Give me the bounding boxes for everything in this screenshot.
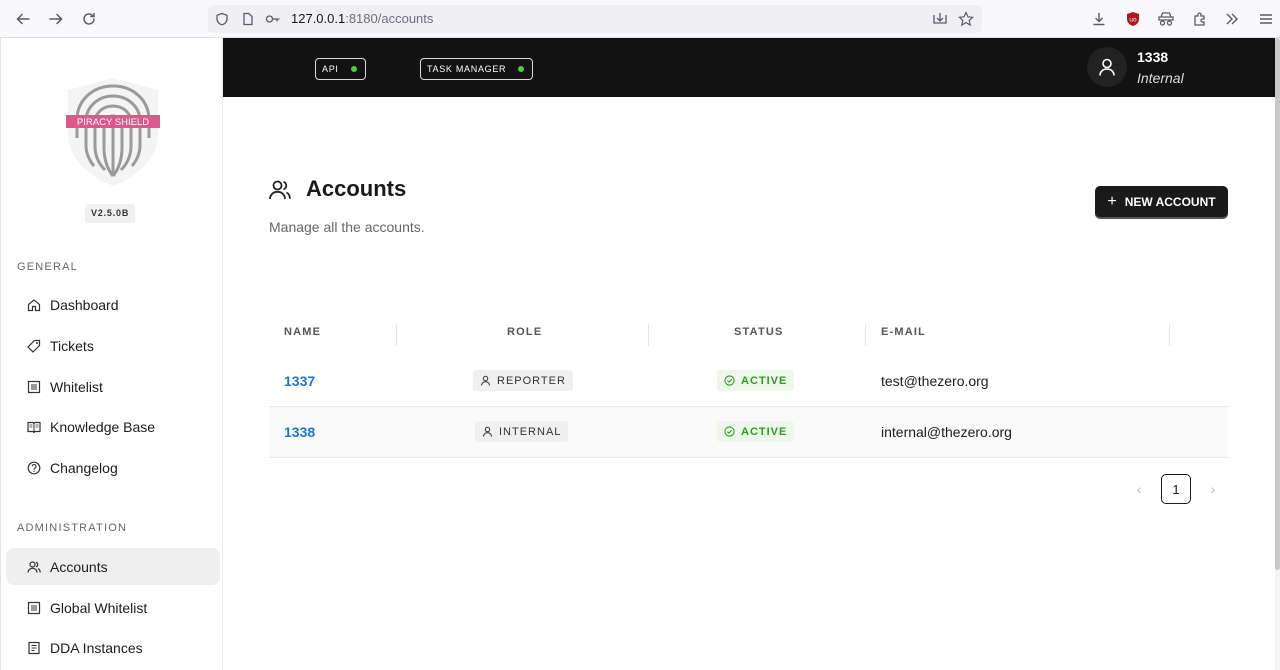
task-manager-status-indicator[interactable]: TASK MANAGER [420,58,534,80]
sidebar-item-changelog[interactable]: Changelog [6,449,220,486]
sidebar-item-label: Whitelist [50,378,103,395]
user-avatar[interactable] [1087,47,1127,87]
api-status-indicator[interactable]: API [315,58,366,80]
downloads-icon[interactable] [1089,9,1109,29]
column-header-email[interactable]: E-MAIL [881,326,926,338]
sidebar-item-label: DDA Instances [50,639,143,656]
status-label: ACTIVE [741,374,788,387]
save-to-pocket-icon[interactable] [932,11,948,27]
sidebar-item-label: Accounts [50,558,108,575]
scrollbar-thumb[interactable] [1275,38,1280,570]
table-header-row: NAME ROLE STATUS E-MAIL [269,316,1228,356]
pagination-page-current[interactable]: 1 [1161,474,1191,504]
url-text[interactable]: 127.0.0.1:8180/accounts [291,11,433,26]
piracy-shield-logo[interactable]: PIRACY SHIELD [66,76,160,188]
column-divider[interactable] [396,324,397,346]
sidebar-item-global-whitelist[interactable]: Global Whitelist [6,589,220,626]
address-bar[interactable]: 127.0.0.1:8180/accounts [208,5,982,33]
status-dot [518,66,525,72]
user-icon [480,375,491,386]
sidebar-item-dashboard[interactable]: Dashboard [6,286,220,323]
home-icon [26,297,42,313]
app-header: API TASK MANAGER 1338 Internal [223,38,1275,97]
sidebar-item-knowledge-base[interactable]: Knowledge Base [6,408,220,445]
status-badge: ACTIVE [717,421,795,442]
sidebar-item-accounts[interactable]: Accounts [6,548,220,585]
section-label-administration: ADMINISTRATION [17,522,128,534]
extensions-icon[interactable] [1190,9,1210,29]
status-label: ACTIVE [741,425,788,438]
svg-text:uo: uo [1129,17,1137,24]
pagination-next-button[interactable]: › [1206,481,1220,497]
column-divider[interactable] [1169,324,1170,346]
email-cell: test@thezero.org [881,373,989,389]
svg-text:PIRACY SHIELD: PIRACY SHIELD [77,117,149,128]
server-icon [26,640,42,656]
column-header-name[interactable]: NAME [284,326,321,338]
status-badge: ACTIVE [717,370,795,391]
tag-icon [26,338,42,354]
overflow-chevrons-icon[interactable] [1222,9,1242,29]
task-manager-status-label: TASK MANAGER [427,64,507,74]
list-icon [26,379,42,395]
accounts-table: NAME ROLE STATUS E-MAIL 1337 REPORTER AC… [269,316,1228,458]
column-divider[interactable] [648,324,649,346]
private-mask-icon[interactable] [1156,9,1176,29]
page-scrollbar[interactable] [1275,38,1280,670]
table-row[interactable]: 1338 INTERNAL ACTIVE internal@thezero.or… [269,407,1228,458]
shield-icon[interactable] [214,11,230,27]
ublock-icon[interactable]: uo [1123,9,1143,29]
email-cell: internal@thezero.org [881,424,1012,440]
pagination-prev-button[interactable]: ‹ [1132,481,1146,497]
plus-icon: + [1107,192,1117,210]
key-icon[interactable] [265,11,281,27]
column-header-role[interactable]: ROLE [507,326,542,338]
version-badge: V2.5.0B [85,204,136,223]
check-circle-icon [724,426,735,437]
role-tag: INTERNAL [475,421,569,442]
question-icon [26,460,42,476]
book-icon [26,419,42,435]
page-subtitle: Manage all the accounts. [269,219,425,235]
hamburger-menu-icon[interactable] [1256,9,1276,29]
new-account-label: NEW ACCOUNT [1124,194,1216,209]
bookmark-star-icon[interactable] [958,11,974,27]
api-status-label: API [322,64,339,74]
users-icon [268,178,292,202]
role-label: REPORTER [497,374,566,387]
reload-icon[interactable] [79,9,99,29]
status-dot [350,66,357,72]
column-divider[interactable] [865,324,866,346]
user-icon [482,426,493,437]
role-tag: REPORTER [473,370,573,391]
sidebar: PIRACY SHIELD V2.5.0B GENERAL Dashboard … [0,38,223,670]
column-header-status[interactable]: STATUS [734,326,784,338]
check-circle-icon [724,375,735,386]
browser-toolbar: 127.0.0.1:8180/accounts uo [0,0,1280,38]
sidebar-item-tickets[interactable]: Tickets [6,327,220,364]
table-row[interactable]: 1337 REPORTER ACTIVE test@thezero.org [269,356,1228,407]
sidebar-item-whitelist[interactable]: Whitelist [6,368,220,405]
user-icon [1099,58,1115,76]
back-icon[interactable] [13,9,33,29]
sidebar-item-dda-instances[interactable]: DDA Instances [6,629,220,666]
sidebar-item-label: Global Whitelist [50,599,148,616]
sidebar-item-label: Dashboard [50,296,119,313]
page-icon[interactable] [240,11,256,27]
users-icon [26,559,42,575]
role-label: INTERNAL [499,425,562,438]
new-account-button[interactable]: + NEW ACCOUNT [1095,186,1228,217]
sidebar-item-label: Tickets [50,337,94,354]
forward-icon[interactable] [46,9,66,29]
page-title: Accounts [306,176,407,201]
user-role: Internal [1137,70,1184,86]
sidebar-item-label: Changelog [50,459,118,476]
section-label-general: GENERAL [17,261,78,273]
user-name[interactable]: 1338 [1137,49,1168,65]
account-name-link[interactable]: 1338 [284,424,315,440]
account-name-link[interactable]: 1337 [284,373,315,389]
list-icon [26,600,42,616]
sidebar-item-label: Knowledge Base [50,418,156,435]
